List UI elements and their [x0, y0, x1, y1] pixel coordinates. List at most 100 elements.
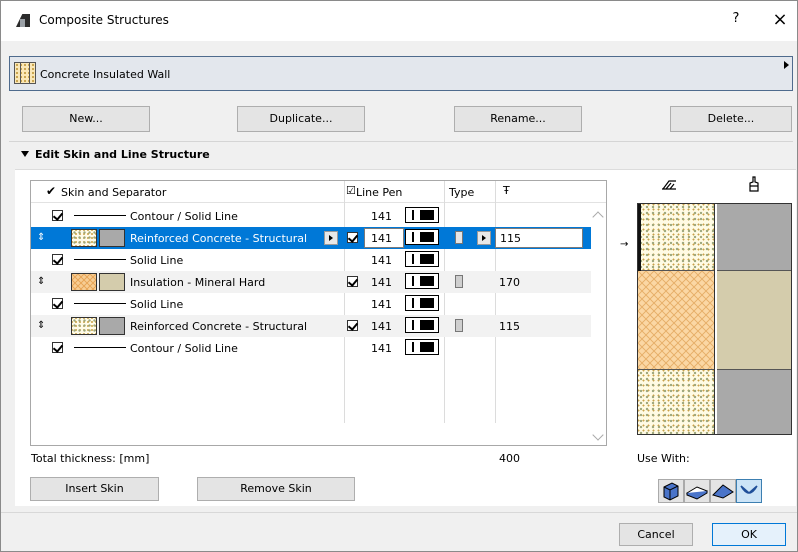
drag-handle-icon[interactable]: ⇕ [37, 320, 45, 331]
preview-insulation [638, 271, 714, 370]
scroll-up-icon[interactable] [592, 211, 604, 223]
pen-swatch[interactable] [405, 207, 439, 223]
preview-color [717, 271, 791, 370]
pen-number[interactable]: 141 [371, 298, 392, 311]
pen-swatch[interactable] [405, 273, 439, 289]
table-row[interactable]: ⇕ Reinforced Concrete - Structural 141 1… [31, 315, 591, 337]
table-row[interactable]: Contour / Solid Line 141 [31, 337, 591, 359]
section-header[interactable]: Edit Skin and Line Structure [21, 148, 210, 161]
pen-swatch[interactable] [405, 317, 439, 333]
preview-concrete [638, 204, 714, 271]
pen-number: 141 [371, 232, 392, 245]
preview-selection-bar [638, 204, 641, 271]
pen-number[interactable]: 141 [371, 342, 392, 355]
row-label: Reinforced Concrete - Structural [130, 320, 308, 333]
pen-swatch[interactable] [405, 229, 439, 245]
drag-handle-icon[interactable]: ⇕ [37, 232, 45, 243]
preview-fill-column [638, 204, 715, 434]
row-label: Insulation - Mineral Hard [130, 276, 266, 289]
insert-skin-button[interactable]: Insert Skin [30, 477, 159, 501]
remove-skin-button[interactable]: Remove Skin [197, 477, 355, 501]
table-scrollbar[interactable] [591, 203, 606, 445]
row-checkbox[interactable] [52, 254, 63, 265]
row-label: Solid Line [130, 254, 184, 267]
fill-swatch[interactable] [71, 273, 97, 291]
header-type: Type [449, 186, 475, 199]
table-row[interactable]: ⇕ Insulation - Mineral Hard 141 170 [31, 271, 591, 293]
divider [9, 141, 793, 142]
other-type-icon[interactable] [455, 275, 463, 288]
pen-number[interactable]: 141 [371, 276, 392, 289]
row-checkbox[interactable] [347, 320, 358, 331]
row-label: Contour / Solid Line [130, 210, 238, 223]
table-header: ✔ Skin and Separator ☑ Line Pen Type Ŧ [31, 181, 606, 203]
line-sample [74, 259, 126, 260]
thickness-value[interactable]: 115 [499, 320, 520, 333]
skin-table: ✔ Skin and Separator ☑ Line Pen Type Ŧ C… [30, 180, 607, 446]
selected-skin-marker-icon: → [620, 239, 629, 250]
total-thickness-value: 400 [499, 452, 520, 465]
type-menu-arrow-icon[interactable] [477, 231, 491, 245]
archicad-app-icon [16, 14, 30, 27]
row-checkbox[interactable] [52, 210, 63, 221]
delete-button[interactable]: Delete... [670, 106, 792, 132]
total-thickness-label: Total thickness: [mm] [31, 452, 150, 465]
row-checkbox[interactable] [347, 276, 358, 287]
color-swatch[interactable] [99, 273, 125, 291]
table-row[interactable]: Contour / Solid Line 141 [31, 205, 591, 227]
use-with-shell-icon[interactable] [736, 479, 762, 503]
cancel-button[interactable]: Cancel [619, 523, 693, 546]
line-sample [74, 215, 126, 216]
fill-swatch[interactable] [71, 229, 97, 247]
window-title: Composite Structures [39, 13, 169, 27]
pen-swatch[interactable] [405, 251, 439, 267]
thickness-value[interactable]: 170 [499, 276, 520, 289]
pen-number[interactable]: 141 [371, 254, 392, 267]
fill-menu-arrow-icon[interactable] [324, 231, 338, 245]
duplicate-button[interactable]: Duplicate... [237, 106, 365, 132]
use-with-slab-icon[interactable] [684, 479, 710, 503]
selector-arrow-icon[interactable] [784, 61, 789, 69]
toggle-all-icon[interactable]: ☑ [346, 184, 356, 197]
row-label: Reinforced Concrete - Structural [130, 232, 308, 245]
scroll-down-icon[interactable] [592, 429, 604, 441]
row-label: Contour / Solid Line [130, 342, 238, 355]
pen-field[interactable]: 141 [364, 228, 404, 248]
pen-number[interactable]: 141 [371, 210, 392, 223]
thickness-value: 115 [500, 232, 521, 245]
use-with-roof-icon[interactable] [710, 479, 736, 503]
color-swatch[interactable] [99, 317, 125, 335]
pen-number[interactable]: 141 [371, 320, 392, 333]
table-row[interactable]: Solid Line 141 [31, 249, 591, 271]
row-checkbox[interactable] [52, 342, 63, 353]
drag-handle-icon[interactable]: ⇕ [37, 276, 45, 287]
thickness-field[interactable]: 115 [495, 228, 583, 248]
use-with-wall-icon[interactable] [658, 479, 684, 503]
fill-swatch[interactable] [71, 317, 97, 335]
row-checkbox[interactable] [52, 298, 63, 309]
row-checkbox[interactable] [347, 232, 358, 243]
preview-color [717, 204, 791, 271]
other-type-icon[interactable] [455, 319, 463, 332]
collapse-triangle-icon [21, 151, 29, 157]
ok-button[interactable]: OK [712, 523, 786, 546]
preview-concrete [638, 370, 714, 434]
structure-selector[interactable]: Concrete Insulated Wall [9, 56, 793, 91]
pen-swatch[interactable] [405, 295, 439, 311]
check-all-icon[interactable]: ✔ [46, 184, 56, 198]
use-with-label: Use With: [637, 452, 690, 465]
preview-color [717, 370, 791, 434]
table-row[interactable]: Solid Line 141 [31, 293, 591, 315]
color-swatch[interactable] [99, 229, 125, 247]
new-button[interactable]: New... [22, 106, 150, 132]
core-type-icon[interactable] [455, 231, 463, 244]
header-skin: Skin and Separator [61, 186, 167, 199]
help-button[interactable]: ? [726, 11, 746, 29]
close-button[interactable]: × [769, 9, 791, 31]
pen-swatch[interactable] [405, 339, 439, 355]
table-row-selected[interactable]: ⇕ Reinforced Concrete - Structural 141 1… [31, 227, 591, 249]
composite-structures-dialog: Composite Structures ? × Concrete Insula… [0, 0, 798, 552]
rename-button[interactable]: Rename... [454, 106, 582, 132]
paint-brush-icon [749, 176, 759, 192]
title-bar: Composite Structures ? × [1, 1, 797, 41]
